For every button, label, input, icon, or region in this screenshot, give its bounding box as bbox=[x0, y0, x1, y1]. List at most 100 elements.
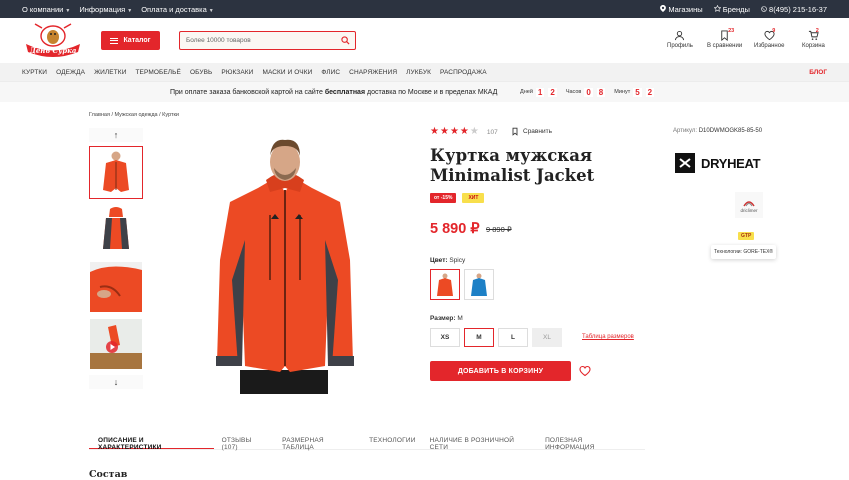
star-icon: ★ bbox=[459, 126, 469, 137]
tab-availability[interactable]: НАЛИЧИЕ В РОЗНИЧНОЙ СЕТИ bbox=[430, 432, 531, 451]
chevron-down-icon: ▼ bbox=[127, 7, 133, 14]
search-placeholder: Более 10000 товаров bbox=[186, 37, 251, 44]
jacket-detail-thumbnail bbox=[90, 261, 142, 312]
top-bar: О компании ▼ Информация ▼ Оплата и доставк… bbox=[0, 0, 849, 18]
catalog-button[interactable]: Каталог bbox=[101, 31, 160, 50]
map-pin-icon bbox=[660, 4, 667, 12]
tab-useful-info[interactable]: ПОЛЕЗНАЯ ИНФОРМАЦИЯ bbox=[545, 432, 631, 451]
topbar-phone-link[interactable]: 8(495) 215-16-37 bbox=[761, 5, 827, 14]
chevron-down-icon: ▼ bbox=[65, 7, 71, 14]
favorites-count: 9 bbox=[772, 28, 776, 34]
driclimer-tech-logo[interactable]: driclimer bbox=[735, 192, 763, 218]
bookmark-compare-icon bbox=[512, 127, 518, 136]
category-nav: КУРТКИ ОДЕЖДА ЖИЛЕТКИ ТЕРМОБЕЛЬЁ ОБУВЬ Р… bbox=[0, 63, 849, 81]
star-icon: ★ bbox=[439, 126, 449, 137]
nav-item-masks[interactable]: МАСКИ И ОЧКИ bbox=[262, 69, 312, 76]
favorite-heart-icon[interactable] bbox=[579, 365, 591, 377]
jacket-red-swatch bbox=[437, 273, 453, 296]
topbar-link-payment[interactable]: Оплата и доставка ▼ bbox=[141, 5, 214, 14]
brand-logo[interactable]: DRYHEAT bbox=[675, 153, 761, 173]
nav-item-clothing[interactable]: ОДЕЖДА bbox=[56, 69, 85, 76]
thumbnail-2[interactable] bbox=[89, 203, 143, 256]
favorites-link[interactable]: 9 Избранное bbox=[754, 28, 784, 60]
size-table-link[interactable]: Таблица размеров bbox=[582, 334, 634, 340]
section-title: Состав bbox=[89, 469, 128, 480]
brand-name: DRYHEAT bbox=[701, 155, 761, 171]
thumbnail-4-video[interactable] bbox=[89, 317, 143, 370]
search-input[interactable]: Более 10000 товаров bbox=[179, 31, 356, 50]
compare-button[interactable]: Сравнить bbox=[511, 127, 552, 136]
jacket-blue-swatch bbox=[471, 273, 487, 296]
compare-link[interactable]: 23 В сравнении bbox=[707, 28, 742, 60]
thumbnail-3[interactable] bbox=[89, 260, 143, 313]
nav-item-blog[interactable]: БЛОГ bbox=[809, 69, 827, 76]
nav-item-backpacks[interactable]: РЮКЗАКИ bbox=[221, 69, 253, 76]
nav-item-jackets[interactable]: КУРТКИ bbox=[22, 69, 47, 76]
size-option-xl: XL bbox=[532, 328, 562, 347]
search-icon[interactable] bbox=[341, 36, 350, 45]
product-main-image[interactable] bbox=[200, 130, 370, 394]
color-label: Цвет: Spicy bbox=[430, 257, 466, 264]
user-icon bbox=[675, 31, 685, 41]
nav-item-shoes[interactable]: ОБУВЬ bbox=[190, 69, 212, 76]
nav-item-thermal[interactable]: ТЕРМОБЕЛЬЁ bbox=[135, 69, 181, 76]
arrow-up-icon: ↑ bbox=[113, 130, 119, 140]
nav-item-lookbook[interactable]: ЛУКБУК bbox=[406, 69, 431, 76]
hit-badge: ХИТ bbox=[462, 193, 485, 203]
color-swatch-spicy[interactable] bbox=[430, 269, 460, 300]
jacket-back-thumbnail bbox=[103, 206, 129, 249]
star-icon: ★ bbox=[449, 126, 459, 137]
current-price: 5 890 ₽ bbox=[430, 221, 480, 237]
topbar-link-info[interactable]: Информация ▼ bbox=[79, 5, 132, 14]
product-badges: от -15% ХИТ bbox=[430, 193, 485, 203]
jacket-front-thumbnail bbox=[103, 151, 129, 192]
cart-count: 2 bbox=[815, 28, 819, 34]
arrow-down-icon: ↓ bbox=[113, 377, 119, 387]
compare-count: 23 bbox=[728, 28, 735, 34]
topbar-brands-link[interactable]: Бренды bbox=[713, 4, 750, 14]
color-swatch-blue[interactable] bbox=[464, 269, 494, 300]
size-label: Размер: M bbox=[430, 315, 463, 322]
phone-icon bbox=[761, 5, 767, 12]
old-price: 9 890 ₽ bbox=[486, 225, 512, 234]
jacket-video-thumbnail bbox=[90, 318, 142, 369]
promo-text: При оплате заказа банковской картой на с… bbox=[170, 88, 498, 96]
size-option-l[interactable]: L bbox=[498, 328, 528, 347]
site-header: День Сурка Каталог Более 10000 товаров П… bbox=[0, 18, 849, 63]
nav-item-sale[interactable]: РАСПРОДАЖА bbox=[440, 69, 487, 76]
add-to-cart-button[interactable]: ДОБАВИТЬ В КОРЗИНУ bbox=[430, 361, 571, 381]
tab-size-table[interactable]: РАЗМЕРНАЯ ТАБЛИЦА bbox=[282, 432, 355, 451]
breadcrumb[interactable]: Главная / Мужская одежда / Куртки bbox=[89, 112, 179, 118]
tab-reviews[interactable]: ОТЗЫВЫ (107) bbox=[222, 432, 268, 451]
star-icon: ★ bbox=[430, 126, 439, 137]
product-article: Артикул: D10DWMOGK85-85-50 bbox=[673, 128, 763, 134]
color-swatches bbox=[430, 269, 494, 300]
driclimer-icon bbox=[743, 200, 755, 206]
countdown-timer: Дней 12 Часов 08 Минут 52 bbox=[520, 87, 655, 97]
size-options: XS M L XL bbox=[430, 328, 562, 347]
chevron-down-icon: ▼ bbox=[208, 7, 214, 14]
logo-text: День Сурка bbox=[29, 46, 77, 55]
cart-link[interactable]: 2 Корзина bbox=[802, 28, 825, 60]
technology-tooltip: Технологии: GORE-TEX® bbox=[711, 245, 777, 259]
nav-item-vests[interactable]: ЖИЛЕТКИ bbox=[94, 69, 126, 76]
size-option-m[interactable]: M bbox=[464, 328, 494, 347]
reviews-count: 107 bbox=[486, 128, 498, 136]
sale-badge: от -15% bbox=[430, 193, 457, 203]
thumbnail-1[interactable] bbox=[89, 146, 143, 199]
site-logo[interactable]: День Сурка bbox=[22, 22, 84, 60]
tab-description[interactable]: ОПИСАНИЕ И ХАРАКТЕРИСТИКИ bbox=[89, 432, 214, 451]
star-outline-icon bbox=[713, 4, 721, 12]
topbar-link-company[interactable]: О компании ▼ bbox=[22, 5, 70, 14]
product-rating[interactable]: ★ ★ ★ ★ ★ 107 bbox=[430, 127, 498, 137]
profile-link[interactable]: Профиль bbox=[667, 30, 693, 60]
size-option-xs[interactable]: XS bbox=[430, 328, 460, 347]
thumbs-up-button[interactable]: ↑ bbox=[89, 128, 143, 142]
promo-banner: При оплате заказа банковской картой на с… bbox=[0, 81, 849, 102]
star-empty-icon: ★ bbox=[469, 126, 479, 137]
nav-item-fleece[interactable]: ФЛИС bbox=[321, 69, 340, 76]
tab-technologies[interactable]: ТЕХНОЛОГИИ bbox=[369, 432, 416, 449]
nav-item-gear[interactable]: СНАРЯЖЕНИЯ bbox=[349, 69, 397, 76]
topbar-shops-link[interactable]: Магазины bbox=[660, 4, 703, 14]
thumbs-down-button[interactable]: ↓ bbox=[89, 375, 143, 389]
